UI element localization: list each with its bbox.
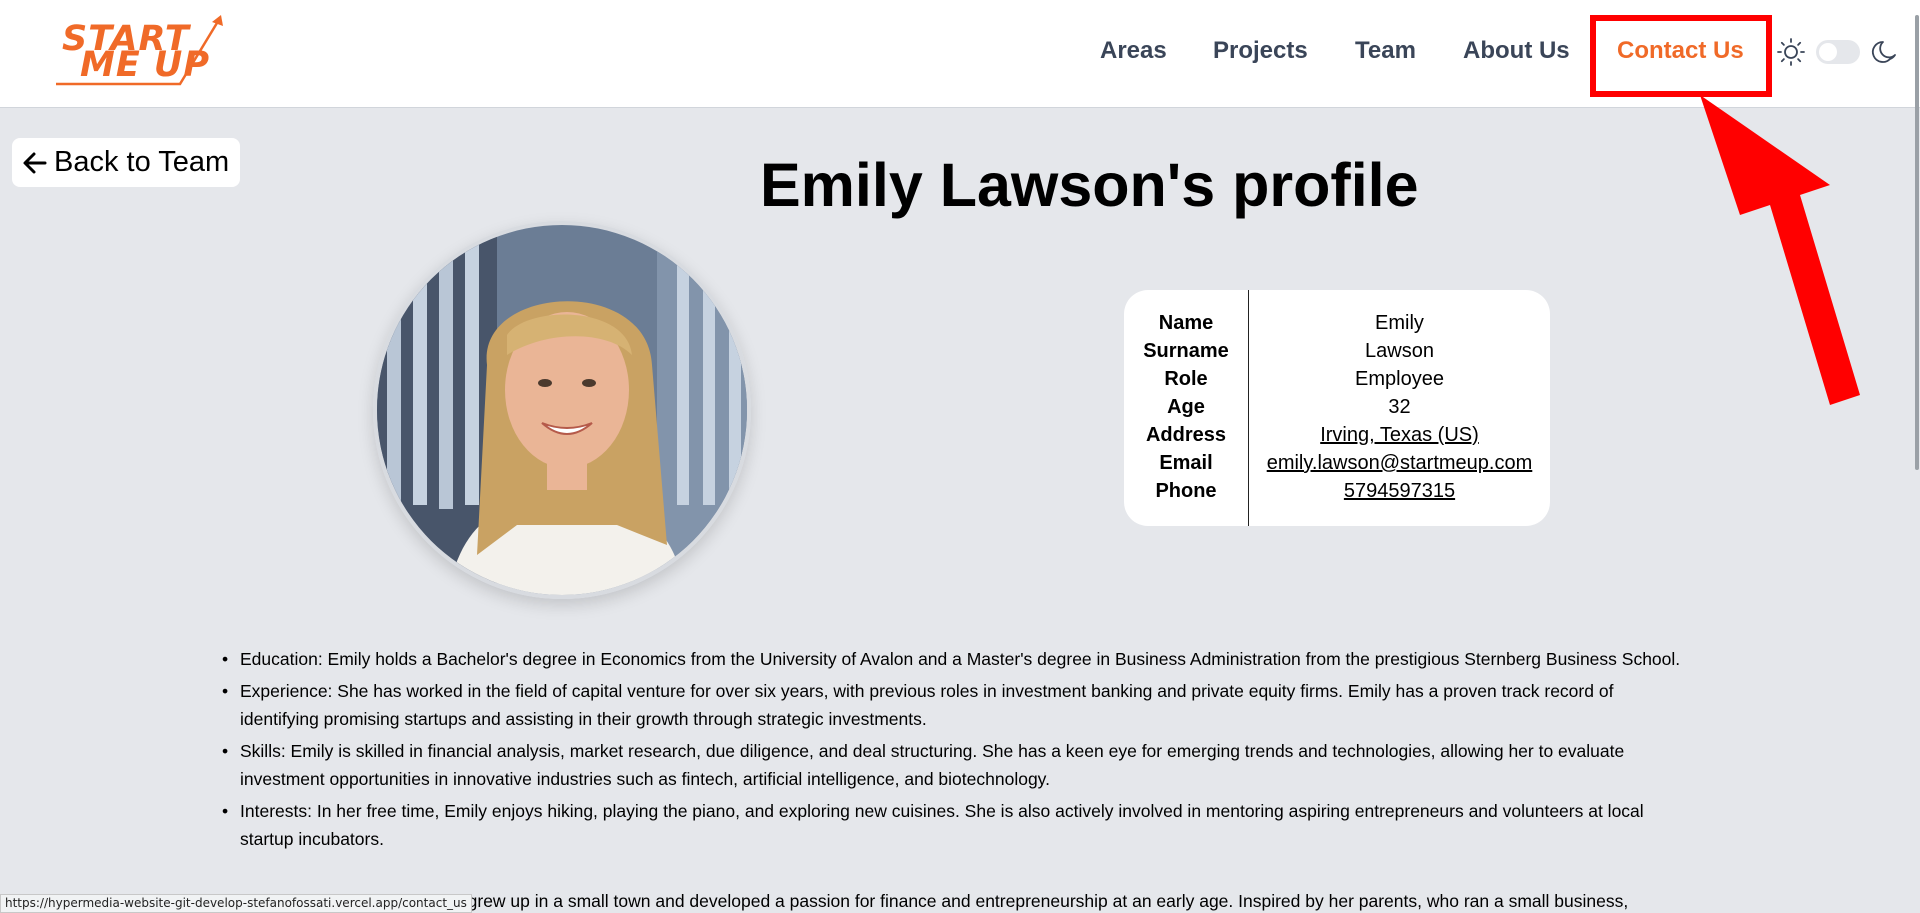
info-value-surname: Lawson — [1365, 340, 1434, 362]
highlight-box — [1590, 15, 1772, 97]
address-link[interactable]: Irving, Texas (US) — [1249, 424, 1550, 447]
info-row-email: Email emily.lawson@startmeup.com — [1124, 452, 1550, 480]
back-to-team-button[interactable]: Back to Team — [12, 138, 240, 187]
avatar-photo — [377, 225, 747, 595]
theme-toggle[interactable] — [1816, 40, 1860, 64]
bio-text: Skills: Emily is skilled in financial an… — [240, 741, 1625, 789]
info-label-email: Email — [1159, 452, 1213, 474]
info-label-phone: Phone — [1155, 480, 1217, 502]
info-label-address: Address — [1145, 424, 1227, 446]
nav-team[interactable]: Team — [1355, 37, 1416, 65]
bio-item-education: • Education: Emily holds a Bachelor's de… — [220, 645, 1690, 673]
bullet-icon: • — [222, 649, 229, 669]
bullet-icon: • — [222, 681, 229, 701]
info-value-age: 32 — [1388, 396, 1411, 418]
status-bar-url: https://hypermedia-website-git-develop-s… — [0, 894, 472, 913]
arrow-left-icon — [23, 152, 47, 173]
bio-item-interests: • Interests: In her free time, Emily enj… — [220, 797, 1690, 853]
bio-list: • Education: Emily holds a Bachelor's de… — [220, 645, 1690, 857]
info-row-name: Name Emily — [1124, 312, 1550, 340]
info-row-role: Role Employee — [1124, 368, 1550, 396]
bullet-icon: • — [222, 741, 229, 761]
bio-text: Interests: In her free time, Emily enjoy… — [240, 801, 1644, 849]
phone-link[interactable]: 5794597315 — [1249, 480, 1550, 503]
scrollbar[interactable] — [1915, 15, 1919, 470]
profile-info-card: Name Emily Surname Lawson Role Employee … — [1124, 290, 1550, 526]
info-label-role: Role — [1164, 368, 1208, 390]
bio-item-skills: • Skills: Emily is skilled in financial … — [220, 737, 1690, 793]
info-label-surname: Surname — [1143, 340, 1229, 362]
bio-text: Experience: She has worked in the field … — [240, 681, 1614, 729]
email-link[interactable]: emily.lawson@startmeup.com — [1249, 452, 1550, 475]
bio-text: Education: Emily holds a Bachelor's degr… — [240, 649, 1681, 669]
bullet-icon: • — [222, 801, 229, 821]
moon-icon[interactable] — [1870, 37, 1900, 67]
info-row-phone: Phone 5794597315 — [1124, 480, 1550, 508]
info-row-address: Address Irving, Texas (US) — [1124, 424, 1550, 452]
info-label-age: Age — [1167, 396, 1205, 418]
info-label-name: Name — [1158, 312, 1214, 334]
nav-areas[interactable]: Areas — [1100, 37, 1167, 65]
info-value-name: Emily — [1375, 312, 1424, 334]
info-row-surname: Surname Lawson — [1124, 340, 1550, 368]
page-title: Emily Lawson's profile — [760, 151, 1419, 219]
bio-item-background: Emily grew up in a small town and develo… — [420, 891, 1629, 911]
sun-icon[interactable] — [1776, 37, 1806, 67]
info-value-role: Employee — [1355, 368, 1444, 390]
bio-item-experience: • Experience: She has worked in the fiel… — [220, 677, 1690, 733]
theme-toggle-knob — [1819, 43, 1837, 61]
nav-about-us[interactable]: About Us — [1463, 37, 1570, 65]
nav-projects[interactable]: Projects — [1213, 37, 1308, 65]
back-button-label: Back to Team — [54, 146, 230, 178]
avatar — [373, 221, 751, 599]
annotation-arrow-icon — [1700, 95, 1860, 405]
info-row-age: Age 32 — [1124, 396, 1550, 424]
